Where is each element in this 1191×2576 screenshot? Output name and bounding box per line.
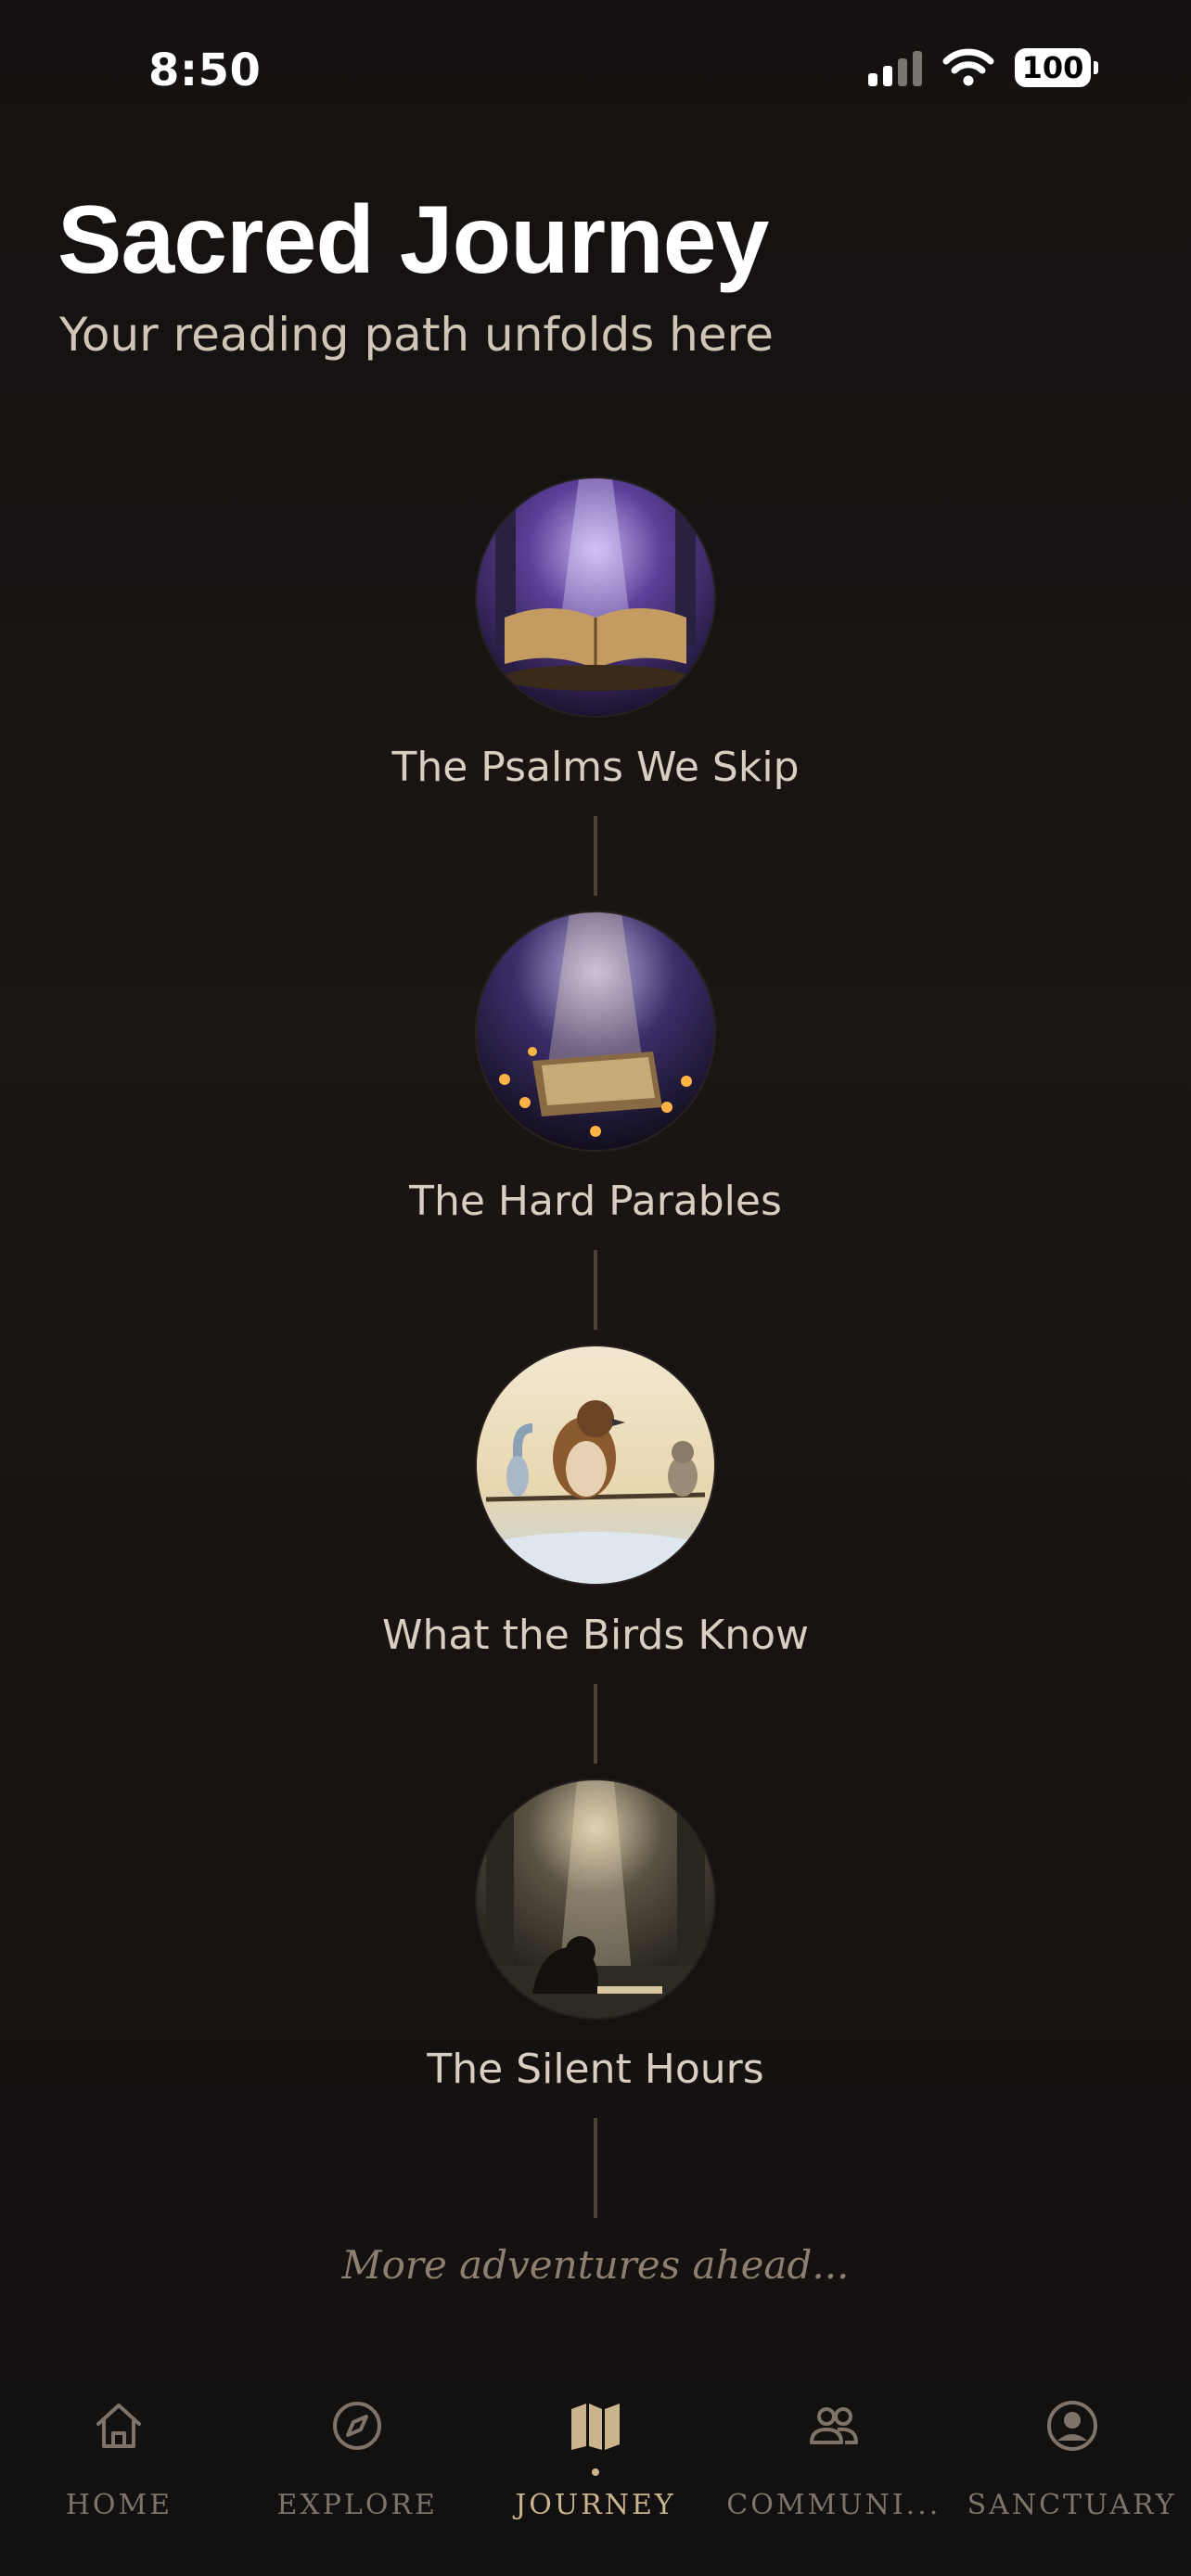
status-bar: 8:50 100	[0, 0, 1191, 139]
tab-label: SANCTUARY	[967, 2489, 1177, 2521]
page-title: Sacred Journey	[58, 186, 769, 294]
path-connector	[594, 816, 597, 896]
journey-node-title: What the Birds Know	[381, 1612, 809, 1659]
page-subtitle: Your reading path unfolds here	[59, 308, 774, 362]
kneeling-prayer-image	[477, 1780, 714, 2018]
compass-icon	[327, 2396, 387, 2455]
more-adventures-text: More adventures ahead...	[341, 2242, 850, 2288]
tab-label: EXPLORE	[276, 2489, 438, 2521]
battery-icon: 100	[1015, 48, 1098, 87]
cellular-signal-icon	[868, 49, 922, 86]
tab-sanctuary[interactable]: SANCTUARY	[953, 2374, 1191, 2576]
tab-explore[interactable]: EXPLORE	[238, 2374, 477, 2576]
tab-home[interactable]: HOME	[0, 2374, 238, 2576]
home-icon	[89, 2396, 148, 2455]
battery-level: 100	[1015, 48, 1091, 87]
status-icons: 100	[868, 48, 1098, 87]
tab-bar: HOME EXPLORE JOURNEY COMMUNI... SANCTUAR…	[0, 2374, 1191, 2576]
tab-label: JOURNEY	[515, 2489, 676, 2521]
wifi-icon	[942, 48, 994, 86]
active-tab-indicator	[591, 2468, 599, 2476]
status-time: 8:50	[148, 45, 262, 96]
journey-path: The Psalms We Skip The Hard Parables Wha…	[0, 0, 1191, 2576]
journey-node-title: The Hard Parables	[409, 1178, 782, 1225]
path-connector	[594, 2118, 597, 2218]
birds-on-branch-image	[477, 1346, 714, 1584]
path-connector	[594, 1684, 597, 1764]
tab-label: HOME	[65, 2489, 173, 2521]
map-icon	[566, 2396, 625, 2455]
people-icon	[804, 2396, 864, 2455]
journey-node-title: The Silent Hours	[427, 2046, 764, 2093]
tab-journey[interactable]: JOURNEY	[477, 2374, 715, 2576]
candlelit-book-image	[477, 912, 714, 1150]
profile-icon	[1043, 2396, 1102, 2455]
tab-community[interactable]: COMMUNI...	[714, 2374, 953, 2576]
journey-node-title: The Psalms We Skip	[391, 744, 800, 791]
open-book-light-image	[477, 478, 714, 716]
path-connector	[594, 1250, 597, 1330]
tab-label: COMMUNI...	[726, 2489, 941, 2521]
